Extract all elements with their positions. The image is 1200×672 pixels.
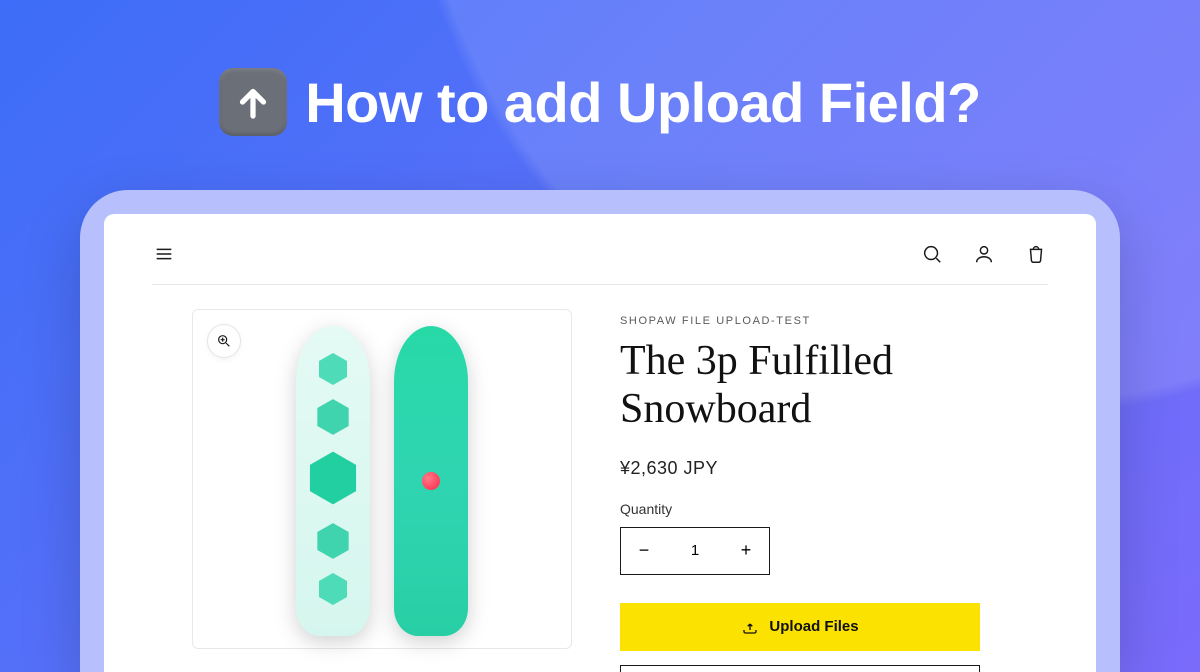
product-title: The 3p Fulfilled Snowboard [620, 337, 1048, 434]
upload-icon [741, 618, 759, 636]
hero-title: How to add Upload Field? [305, 70, 981, 135]
device-frame: SHOPAW FILE UPLOAD-TEST The 3p Fulfilled… [80, 190, 1120, 672]
product-details: SHOPAW FILE UPLOAD-TEST The 3p Fulfilled… [620, 309, 1048, 672]
hero-banner: How to add Upload Field? [0, 0, 1200, 136]
product-image [296, 326, 468, 648]
cart-icon[interactable] [1024, 242, 1048, 266]
screen: SHOPAW FILE UPLOAD-TEST The 3p Fulfilled… [104, 214, 1096, 672]
dot-decoration [422, 472, 440, 490]
account-icon[interactable] [972, 242, 996, 266]
zoom-icon[interactable] [207, 324, 241, 358]
store-topbar [152, 242, 1048, 285]
product-gallery [152, 309, 572, 672]
quantity-stepper: − 1 + [620, 527, 770, 575]
quantity-label: Quantity [620, 501, 1048, 517]
product-price: ¥2,630 JPY [620, 458, 1048, 479]
search-icon[interactable] [920, 242, 944, 266]
upload-files-button[interactable]: Upload Files [620, 603, 980, 651]
menu-icon[interactable] [152, 242, 176, 266]
upload-button-label: Upload Files [769, 618, 858, 635]
upload-arrow-icon [219, 68, 287, 136]
vendor-label: SHOPAW FILE UPLOAD-TEST [620, 315, 1048, 327]
secondary-button[interactable] [620, 665, 980, 672]
quantity-value: 1 [667, 542, 723, 559]
quantity-increase-button[interactable]: + [723, 528, 769, 574]
quantity-decrease-button[interactable]: − [621, 528, 667, 574]
